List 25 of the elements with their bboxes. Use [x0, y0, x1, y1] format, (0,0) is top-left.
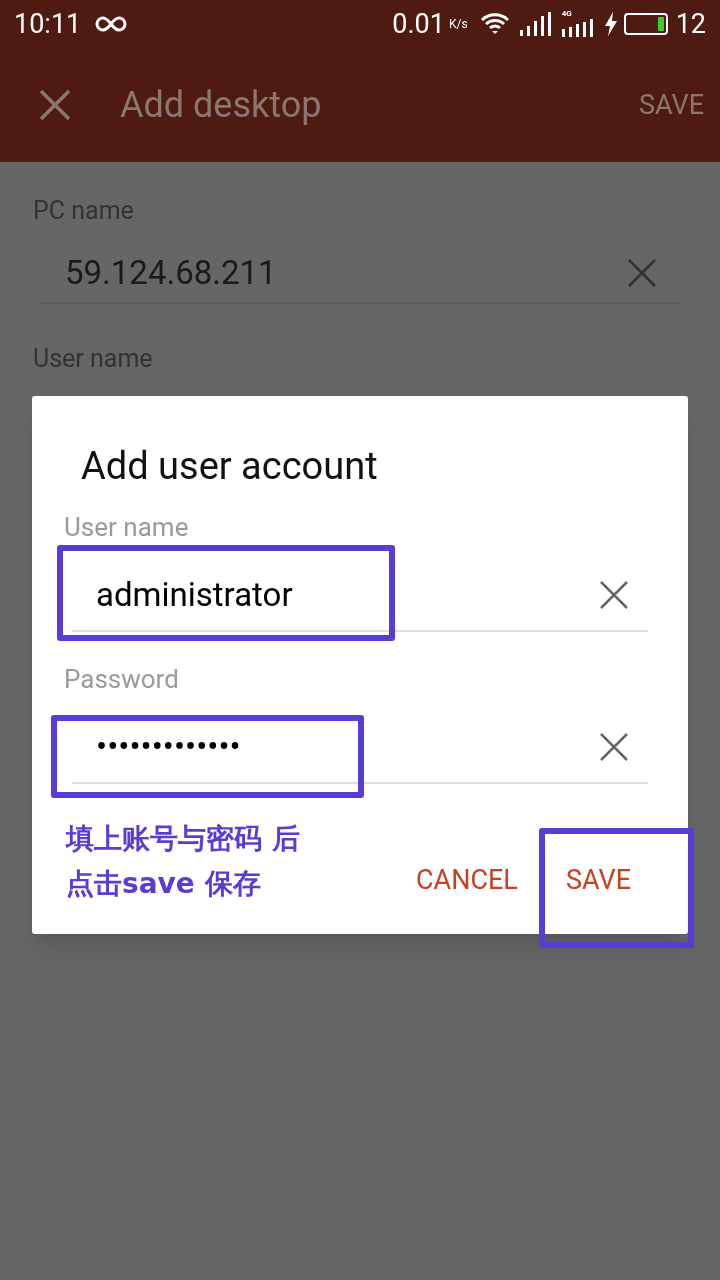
signal-icon — [561, 19, 596, 37]
battery-percent: 12 — [675, 6, 706, 42]
clock: 10:11 — [14, 6, 82, 42]
infinity-icon — [95, 15, 128, 33]
dialog-title: Add user account — [81, 443, 378, 490]
screen-title: Add desktop — [120, 83, 322, 128]
close-icon[interactable] — [38, 88, 72, 122]
speed-unit: K/s — [448, 16, 468, 33]
charging-icon — [603, 12, 618, 36]
cancel-button[interactable]: CANCEL — [406, 848, 528, 912]
field-label: User name — [64, 511, 189, 544]
network-type: 4G — [561, 8, 572, 20]
save-action[interactable]: SAVE — [638, 84, 704, 126]
signal-icon — [519, 12, 552, 36]
field-label: Password — [64, 663, 179, 696]
text-field[interactable]: 59.124.68.211 — [39, 243, 680, 304]
instruction-note: 填上账号与密码 后 点击save 保存 — [66, 821, 301, 902]
clear-icon[interactable] — [600, 581, 628, 609]
save-button[interactable]: SAVE — [556, 848, 642, 912]
battery-icon — [623, 13, 668, 35]
wifi-icon — [479, 12, 510, 36]
password-field[interactable]: ••••••••••••• — [72, 712, 648, 784]
clear-icon[interactable] — [600, 733, 628, 761]
text-field[interactable]: administrator — [72, 560, 648, 632]
network-speed: 0.01 — [392, 6, 445, 42]
